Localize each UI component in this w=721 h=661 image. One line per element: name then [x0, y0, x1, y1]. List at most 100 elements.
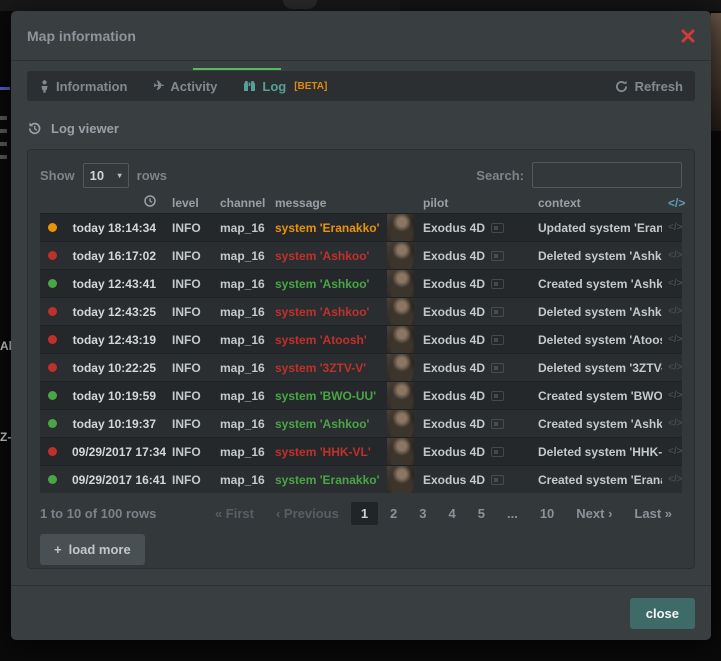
log-time: today 12:43:25	[66, 298, 166, 326]
refresh-label: Refresh	[635, 79, 683, 94]
pager-page[interactable]: 1	[351, 502, 378, 525]
status-dot	[48, 475, 57, 484]
refresh-button[interactable]: Refresh	[615, 79, 683, 94]
dialog-footer: close	[11, 585, 711, 640]
tab-activity[interactable]: ✈ Activity	[154, 78, 218, 94]
backdrop-top-blob	[283, 0, 317, 9]
tab-label: Activity	[170, 79, 217, 94]
log-time: 09/29/2017 16:41:17	[66, 466, 166, 494]
log-message: system 'Ashkoo'	[275, 277, 369, 291]
table-row[interactable]: today 12:43:25 INFO map_16 system 'Ashko…	[40, 298, 682, 326]
log-level: INFO	[166, 354, 214, 382]
history-icon	[27, 121, 42, 136]
status-dot	[48, 307, 57, 316]
log-channel: map_16	[214, 326, 269, 354]
log-viewer-heading: Log viewer	[27, 121, 695, 136]
pager-page[interactable]: ...	[497, 502, 528, 525]
show-label: Show	[40, 168, 75, 183]
log-time: 09/29/2017 17:34:25	[66, 438, 166, 466]
backdrop-photo-edge	[711, 13, 721, 131]
log-channel: map_16	[214, 354, 269, 382]
table-header-row: level channel message pilot context </>	[40, 192, 682, 214]
pilot-name: Exodus 4D	[423, 417, 485, 431]
row-code-icon: </>	[662, 410, 682, 438]
pilot-name: Exodus 4D	[423, 473, 485, 487]
log-context: Updated system 'Eranakk...	[532, 214, 662, 242]
pilot-avatar	[387, 382, 414, 409]
pager-first[interactable]: « First	[205, 502, 264, 525]
table-row[interactable]: today 18:14:34 INFO map_16 system 'Erana…	[40, 214, 682, 242]
pilot-card-icon	[491, 307, 504, 317]
pager-next[interactable]: Next ›	[566, 502, 622, 525]
pilot-name: Exodus 4D	[423, 221, 485, 235]
row-code-icon: </>	[662, 326, 682, 354]
code-column-header[interactable]: </>	[662, 192, 682, 214]
log-level: INFO	[166, 242, 214, 270]
close-icon[interactable]	[681, 29, 695, 43]
log-time: today 10:19:59	[66, 382, 166, 410]
table-row[interactable]: today 10:19:59 INFO map_16 system 'BWO-U…	[40, 382, 682, 410]
pilot-avatar	[387, 410, 414, 437]
backdrop-left-icons	[0, 116, 7, 162]
status-dot	[48, 363, 57, 372]
pager-page[interactable]: 5	[468, 502, 495, 525]
log-level: INFO	[166, 326, 214, 354]
pager-previous[interactable]: ‹ Previous	[266, 502, 349, 525]
log-level: INFO	[166, 270, 214, 298]
tab-label: Log	[262, 79, 286, 94]
pager-page[interactable]: 4	[439, 502, 466, 525]
plane-icon: ✈	[154, 78, 165, 94]
pilot-name: Exodus 4D	[423, 277, 485, 291]
pager-last[interactable]: Last »	[624, 502, 682, 525]
pager-page[interactable]: 3	[409, 502, 436, 525]
dialog-body: Information ✈ Activity Log [BETA]	[11, 61, 711, 585]
close-button[interactable]: close	[630, 598, 695, 629]
page-size-select[interactable]: 10 ▾	[83, 163, 129, 188]
row-code-icon: </>	[662, 270, 682, 298]
pilot-column-header[interactable]: pilot	[417, 192, 532, 214]
level-column-header[interactable]: level	[166, 192, 214, 214]
tab-bar: Information ✈ Activity Log [BETA]	[27, 71, 695, 101]
log-channel: map_16	[214, 270, 269, 298]
tab-information[interactable]: Information	[39, 79, 128, 94]
time-column-header[interactable]	[66, 192, 166, 214]
dialog-header: Map information	[11, 11, 711, 61]
pagination-summary: 1 to 10 of 100 rows	[40, 506, 156, 521]
log-level: INFO	[166, 298, 214, 326]
table-row[interactable]: today 12:43:41 INFO map_16 system 'Ashko…	[40, 270, 682, 298]
channel-column-header[interactable]: channel	[214, 192, 269, 214]
table-row[interactable]: today 12:43:19 INFO map_16 system 'Atoos…	[40, 326, 682, 354]
status-column-header[interactable]	[40, 192, 66, 214]
search-input[interactable]	[532, 162, 682, 188]
table-row[interactable]: today 10:19:37 INFO map_16 system 'Ashko…	[40, 410, 682, 438]
table-row[interactable]: 09/29/2017 16:41:17 INFO map_16 system '…	[40, 466, 682, 494]
map-information-dialog: Map information Information ✈ Activity	[11, 11, 711, 640]
pilot-avatar	[387, 242, 414, 269]
rows-label: rows	[137, 168, 167, 183]
tab-log[interactable]: Log [BETA]	[243, 79, 327, 94]
pager-page[interactable]: 10	[530, 502, 564, 525]
pager-page[interactable]: 2	[380, 502, 407, 525]
pilot-card-icon	[491, 447, 504, 457]
pilot-avatar	[387, 354, 414, 381]
pagination-bar: 1 to 10 of 100 rows « First‹ Previous123…	[40, 502, 682, 525]
log-channel: map_16	[214, 214, 269, 242]
table-row[interactable]: today 16:17:02 INFO map_16 system 'Ashko…	[40, 242, 682, 270]
table-row[interactable]: today 10:22:25 INFO map_16 system '3ZTV-…	[40, 354, 682, 382]
message-column-header[interactable]: message	[269, 192, 387, 214]
log-channel: map_16	[214, 466, 269, 494]
pilot-card-icon	[491, 279, 504, 289]
pilot-avatar	[387, 438, 414, 465]
log-level: INFO	[166, 466, 214, 494]
pilot-name: Exodus 4D	[423, 333, 485, 347]
log-time: today 18:14:34	[66, 214, 166, 242]
clock-icon	[144, 195, 156, 207]
table-row[interactable]: 09/29/2017 17:34:25 INFO map_16 system '…	[40, 438, 682, 466]
load-more-button[interactable]: + load more	[40, 534, 145, 565]
context-column-header[interactable]: context	[532, 192, 662, 214]
log-level: INFO	[166, 382, 214, 410]
status-dot	[48, 447, 57, 456]
log-level: INFO	[166, 410, 214, 438]
log-message: system 'Ashkoo'	[275, 249, 369, 263]
map-update-progress-bar	[193, 68, 281, 70]
